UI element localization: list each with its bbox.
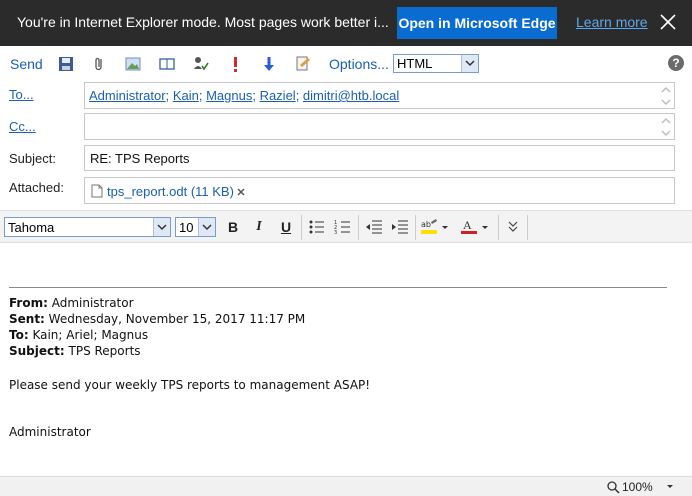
message-format-value: HTML [397,56,433,71]
toolbar-divider [498,215,499,240]
chevron-down-icon[interactable] [461,55,478,72]
zoom-level[interactable]: 100% [622,480,653,494]
zoom-icon[interactable] [606,480,620,494]
increase-indent-icon[interactable] [390,218,410,236]
font-family-select[interactable]: Tahoma [4,217,171,237]
sent-value: Wednesday, November 15, 2017 11:17 PM [44,312,306,326]
font-size-select[interactable]: 10 [175,217,216,237]
body-text: Please send your weekly TPS reports to m… [9,378,371,392]
chevron-down-icon[interactable] [665,483,675,491]
chevron-down-icon[interactable] [153,218,170,236]
toolbar-divider [301,215,302,240]
decrease-indent-icon[interactable] [364,218,384,236]
insert-image-icon[interactable] [124,55,142,73]
quoted-subject-label: Subject: [9,344,65,358]
help-icon[interactable]: ? [668,55,684,71]
bullet-list-icon[interactable] [307,218,327,236]
underline-button[interactable]: U [276,218,296,236]
close-icon[interactable] [656,10,680,34]
recipient-list: Administrator; Kain; Magnus; Raziel; dim… [89,88,400,103]
attached-label: Attached: [9,180,64,195]
to-line: To: Kain; Ariel; Magnus [9,327,669,343]
document-icon [91,184,103,198]
bold-button[interactable]: B [223,218,243,236]
remove-attachment-icon[interactable] [236,187,246,197]
toolbar-divider [415,215,416,240]
sent-label: Sent: [9,312,45,326]
attach-icon[interactable] [90,55,108,73]
italic-button[interactable]: I [249,218,269,236]
more-options-icon[interactable] [503,218,523,236]
recipient-link[interactable]: Raziel [260,88,296,103]
cc-field-scrollbar[interactable] [660,116,672,140]
cc-button[interactable]: Cc... [9,119,36,134]
highlight-color-icon[interactable]: ab [420,218,452,236]
recipient-link[interactable]: dimitri@htb.local [303,88,399,103]
recipient-link[interactable]: Magnus [206,88,252,103]
recipient-link[interactable]: Kain [173,88,199,103]
open-in-edge-button[interactable]: Open in Microsoft Edge [397,7,557,39]
compose-toolbar: Send Options... [0,47,692,80]
send-button[interactable]: Send [10,56,43,72]
to-value: Kain; Ariel; Magnus [28,328,149,342]
options-button[interactable]: Options... [329,56,389,72]
ie-mode-banner: You're in Internet Explorer mode. Most p… [0,0,692,46]
to-label: To: [9,328,29,342]
ie-mode-message: You're in Internet Explorer mode. Most p… [17,14,389,30]
from-line: From: Administrator [9,295,669,311]
save-icon[interactable] [57,55,75,73]
learn-more-link[interactable]: Learn more [576,14,648,30]
quoted-subject-value: TPS Reports [64,344,141,358]
font-family-value: Tahoma [8,220,55,235]
toolbar-divider [527,215,528,240]
toolbar-divider [358,215,359,240]
font-size-value: 10 [179,220,194,235]
svg-text:A: A [463,218,472,232]
signature: Administrator [9,425,91,439]
font-color-icon[interactable]: A [460,218,492,236]
attachments-field: tps_report.odt (11 KB) [84,177,675,204]
sent-line: Sent: Wednesday, November 15, 2017 11:17… [9,311,669,327]
to-button[interactable]: To... [9,87,34,102]
subject-value: RE: TPS Reports [90,151,190,166]
from-label: From: [9,296,48,310]
spell-check-icon[interactable] [294,55,312,73]
to-field[interactable]: Administrator; Kain; Magnus; Raziel; dim… [84,82,675,109]
attachment-link[interactable]: tps_report.odt (11 KB) [107,184,234,199]
message-format-select[interactable]: HTML [393,54,479,73]
address-book-icon[interactable] [158,55,176,73]
subject-line: Subject: TPS Reports [9,343,669,359]
check-names-icon[interactable] [192,55,210,73]
to-field-scrollbar[interactable] [660,85,672,109]
recipient-link[interactable]: Administrator [89,88,166,103]
low-importance-icon[interactable] [260,55,278,73]
high-importance-icon[interactable] [226,55,244,73]
status-bar: 100% [0,476,692,496]
svg-text:ab: ab [421,220,431,229]
message-body[interactable]: From: Administrator Sent: Wednesday, Nov… [9,286,669,440]
numbered-list-icon[interactable]: 123 [333,218,353,236]
from-value: Administrator [47,296,134,310]
chevron-down-icon[interactable] [198,218,215,236]
cc-field[interactable] [84,113,675,140]
subject-input[interactable]: RE: TPS Reports [84,145,675,171]
formatting-toolbar: Tahoma 10 B I U 123 ab A [0,210,692,243]
svg-text:3: 3 [334,230,337,236]
subject-label: Subject: [9,151,56,166]
